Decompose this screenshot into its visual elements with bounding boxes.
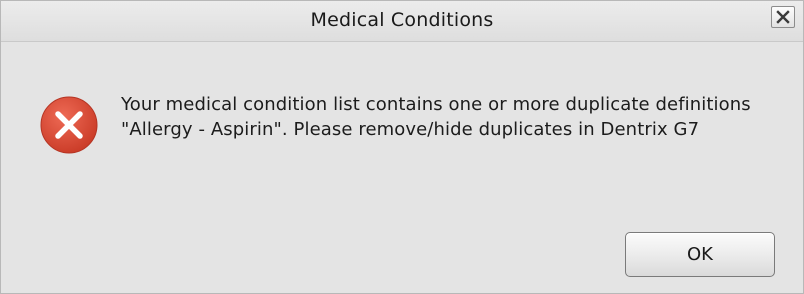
close-icon [776, 10, 790, 24]
close-button[interactable] [771, 6, 795, 28]
error-message: Your medical condition list contains one… [121, 94, 751, 140]
ok-button[interactable]: OK [625, 232, 775, 277]
dialog-title: Medical Conditions [310, 9, 494, 31]
title-bar[interactable]: Medical Conditions [1, 1, 803, 42]
error-icon [39, 95, 99, 155]
medical-conditions-dialog: Medical Conditions Your medical conditio… [0, 0, 804, 294]
